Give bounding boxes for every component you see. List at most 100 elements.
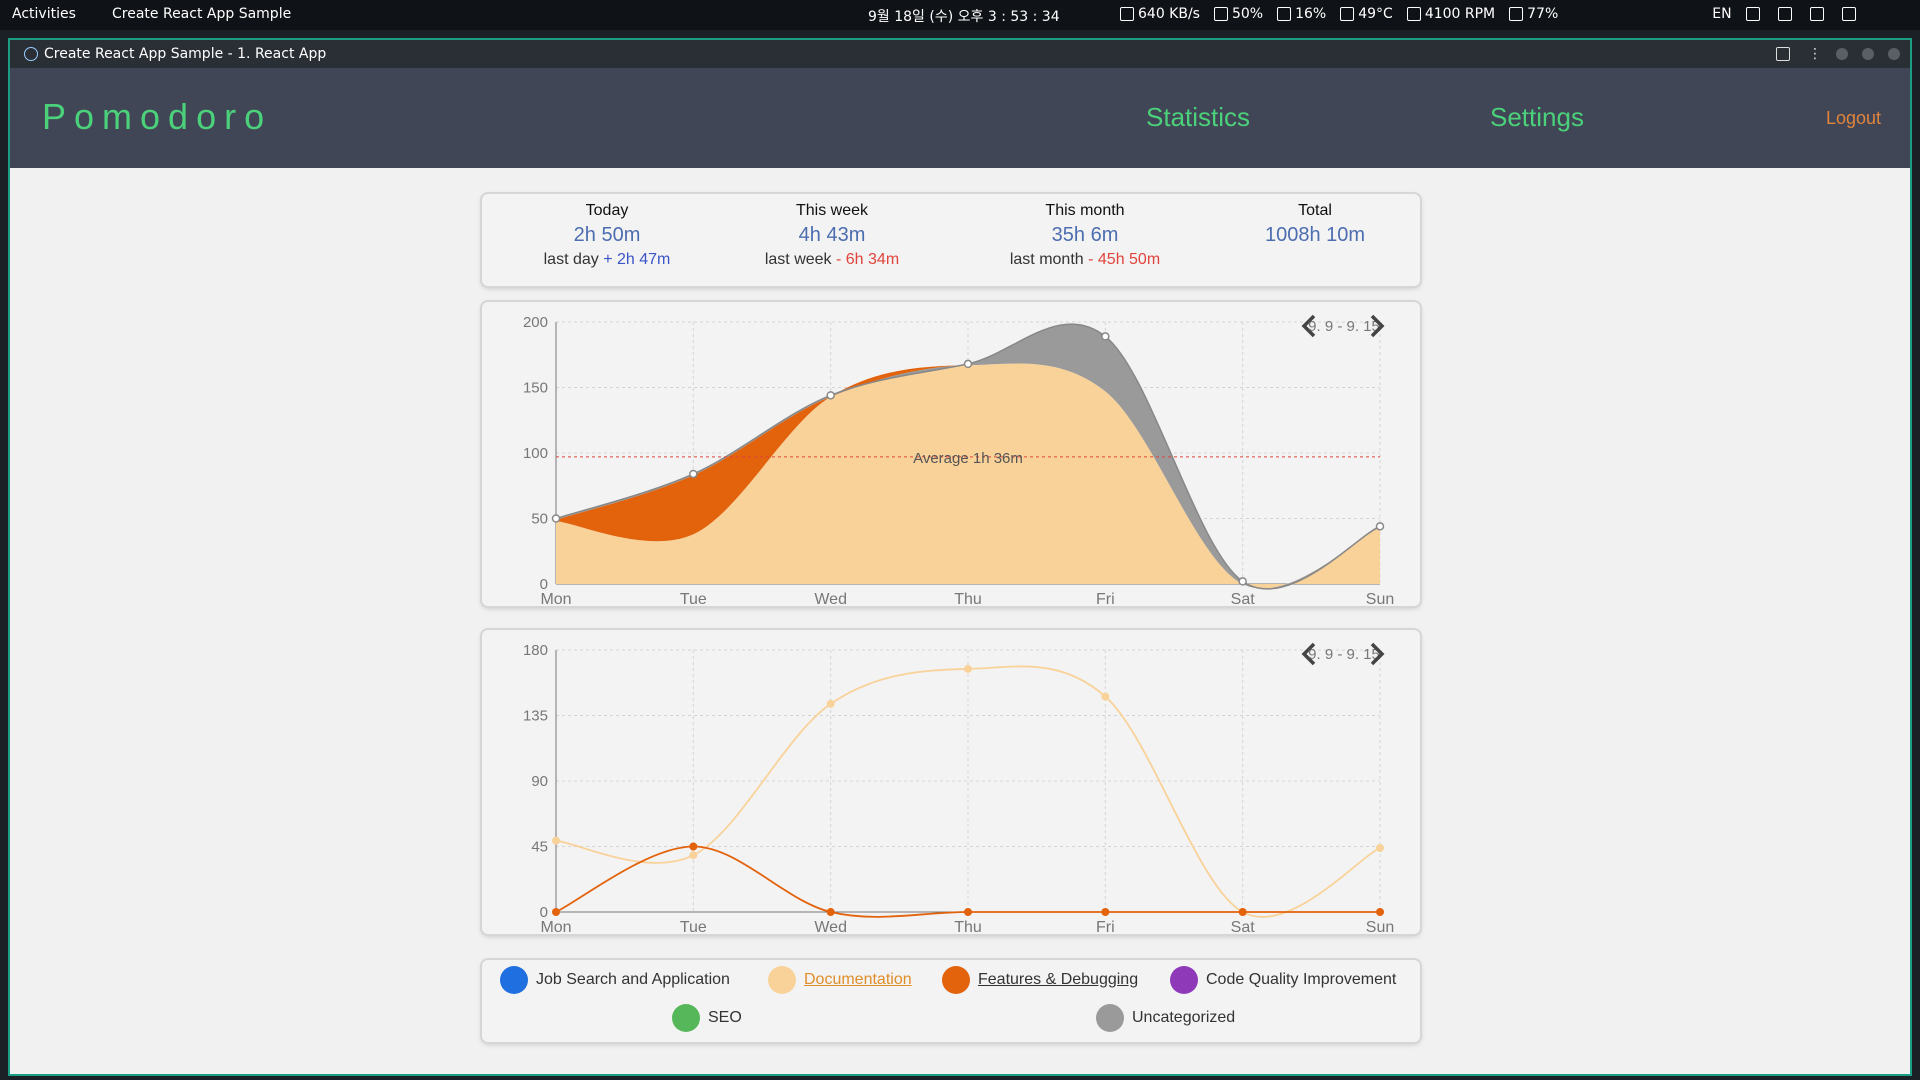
legend-item-documentation[interactable]: Documentation [768,966,912,994]
battery-indicator[interactable]: 50% [1213,6,1263,22]
stacked-area-chart-card: 0 50 100 150 200 Mon Tue Wed Thu Fri Sat Sun Average… [482,302,1420,608]
x-tick-label: Thu [954,919,982,936]
activities-button[interactable]: Activities [12,6,76,22]
x-tick-label: Sat [1231,919,1256,936]
minimize-button[interactable] [1836,48,1848,60]
summary-value: 1008h 10m [1264,224,1366,246]
y-tick-label: 135 [523,708,548,725]
system-top-bar: Activities Create React App Sample 9월 18… [0,0,1920,30]
disk-icon [1277,7,1292,21]
close-button[interactable] [1888,48,1900,60]
legend-color-swatch [768,966,796,994]
x-tick-label: Thu [954,591,982,608]
window-actions: ⋮ [1776,46,1900,62]
thermometer-icon [1340,7,1355,21]
window-titlebar: Create React App Sample - 1. React App ⋮ [10,40,1910,68]
x-tick-label: Sat [1231,591,1256,608]
y-tick-label: 150 [523,380,548,397]
network-speed[interactable]: 640 KB/s [1120,6,1200,22]
summary-compare: last day + 2h 47m [543,251,671,268]
data-point [1238,577,1247,586]
data-point [552,908,560,916]
power-icon[interactable] [1841,7,1856,21]
data-point [1101,692,1110,701]
data-point [964,664,972,673]
summary-week: This week 4h 43m last week - 6h 34m [707,202,957,269]
data-point [1101,332,1110,341]
summary-today: Today 2h 50m last day + 2h 47m [482,202,732,269]
line-features-debugging [555,845,1380,918]
weather-icon [1509,7,1524,21]
summary-label: This week [795,202,869,219]
data-point [1238,908,1247,916]
legend-item-uncategorized[interactable]: Uncategorized [1096,1004,1235,1032]
y-tick-label: 45 [531,839,548,856]
legend-item-job-search[interactable]: Job Search and Application [500,966,730,994]
legend-item-features-debugging[interactable]: Features & Debugging [942,966,1138,994]
data-point [826,699,835,708]
system-app-title[interactable]: Create React App Sample [112,6,291,22]
data-point [689,851,698,860]
logout-link[interactable]: Logout [1826,108,1881,129]
system-indicators: 640 KB/s 50% 16% 49°C 4100 RPM 77% EN [1120,6,1860,22]
summary-total: Total 1008h 10m [1215,202,1415,247]
system-clock[interactable]: 9월 18일 (수) 오후 3 : 53 : 34 [868,6,1060,26]
wifi-icon[interactable] [1745,7,1760,21]
summary-month: This month 35h 6m last month - 45h 50m [935,202,1235,269]
language-indicator[interactable]: EN [1712,6,1731,22]
battery-icon [1213,7,1228,21]
legend-color-swatch [500,966,528,994]
data-point [964,908,972,916]
x-tick-label: Sun [1366,919,1394,936]
area-documentation [556,363,1380,589]
summary-value: 35h 6m [1051,224,1119,246]
legend-item-seo[interactable]: SEO [672,1004,742,1032]
y-tick-label: 180 [523,642,548,659]
line-chart-card: 0 45 90 135 180 Mon Tue Wed Thu Fri Sat Sun 9. 9 - 9… [482,630,1420,936]
legend-item-code-quality[interactable]: Code Quality Improvement [1170,966,1396,994]
line-chart: 04590135180Mon Tue Wed Thu Fri Sat Sun9. 9 - 9… [523,642,1394,936]
legend-color-swatch [672,1004,700,1032]
summary-card: Today 2h 50m last day + 2h 47m This week… [482,194,1420,286]
x-tick-label: Mon [540,919,571,936]
data-point [1376,908,1384,916]
menu-dots-icon[interactable]: ⋮ [1808,46,1822,62]
app-logo[interactable]: Pomodoro [42,96,272,138]
category-legend: Job Search and Application Documentation… [482,960,1420,1042]
maximize-button[interactable] [1862,48,1874,60]
summary-compare: last week - 6h 34m [764,251,900,268]
data-point [552,836,560,845]
y-tick-label: 100 [523,445,548,462]
y-tick-label: 90 [531,773,548,790]
data-point [963,359,973,369]
weather-indicator[interactable]: 77% [1509,6,1558,22]
x-tick-label: Sun [1366,591,1394,608]
fan-icon [1406,7,1421,21]
summary-label: Total [1298,202,1332,219]
date-range-nav: 9. 9 - 9. 15 [1301,314,1385,338]
fan-indicator[interactable]: 4100 RPM [1406,6,1495,22]
legend-color-swatch [1096,1004,1124,1032]
legend-color-swatch [1170,966,1198,994]
x-tick-label: Fri [1096,591,1115,608]
summary-value: 2h 50m [573,224,641,246]
data-point [689,469,698,479]
date-range-nav: 9. 9 - 9. 15 [1301,642,1385,666]
react-icon [24,47,38,61]
volume-icon[interactable] [1809,7,1824,21]
window-title: Create React App Sample - 1. React App [44,46,327,62]
app-header: Pomodoro Statistics Settings Logout [10,68,1910,168]
date-range-label: 9. 9 - 9. 15 [1308,646,1380,663]
data-point [826,908,835,916]
extension-icon[interactable] [1776,47,1790,61]
legend-color-swatch [942,966,970,994]
stacked-area-chart: 050100150200Mon Tue Wed Thu Fri Sat SunAverage… [523,314,1394,608]
temperature-indicator[interactable]: 49°C [1340,6,1393,22]
summary-label: Today [585,202,629,219]
x-tick-label: Fri [1096,919,1115,936]
summary-value: 4h 43m [798,224,866,246]
bluetooth-icon[interactable] [1777,7,1792,21]
nav-statistics-link[interactable]: Statistics [1146,102,1250,133]
nav-settings-link[interactable]: Settings [1490,102,1584,133]
disk-indicator[interactable]: 16% [1277,6,1326,22]
